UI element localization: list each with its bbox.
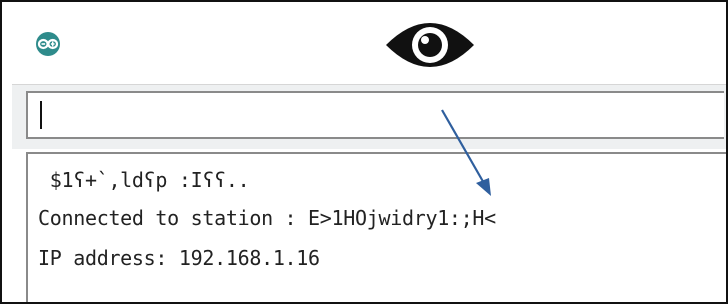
output-line: IP address: 192.168.1.16 — [38, 246, 320, 270]
eye-icon — [386, 23, 474, 67]
serial-input-field[interactable] — [26, 91, 724, 139]
serial-output-area[interactable]: $1ʕ+`,ldʕp :Iʕʕ.. Connected to station :… — [26, 152, 726, 302]
output-line: Connected to station : E>1HOjwidry1:;H< — [38, 206, 496, 230]
title-bar — [2, 2, 726, 80]
output-line: $1ʕ+`,ldʕp :Iʕʕ.. — [38, 168, 250, 192]
text-caret — [40, 101, 42, 129]
arduino-logo-icon — [36, 32, 60, 56]
